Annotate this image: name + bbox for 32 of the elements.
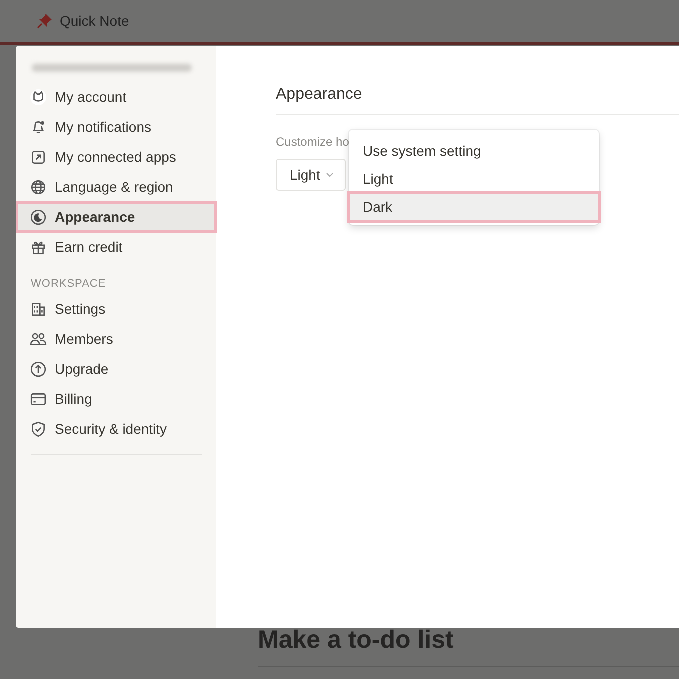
menu-item[interactable]: Dark	[350, 194, 598, 220]
pushpin-icon	[36, 12, 54, 30]
sidebar-item[interactable]: Upgrade	[18, 356, 214, 382]
menu-item[interactable]: Use system setting	[350, 138, 598, 164]
sidebar-item[interactable]: Language & region	[18, 174, 214, 200]
section-title: Appearance	[276, 86, 679, 115]
sidebar-item[interactable]: Appearance	[18, 204, 214, 230]
arrow-up-circle-icon	[30, 360, 47, 378]
arrow-square-icon	[30, 148, 47, 166]
section-heading: WORKSPACE	[31, 278, 108, 290]
page-heading: Make a to-do list	[258, 626, 454, 655]
sidebar-item[interactable]: Settings	[18, 296, 214, 322]
page-title: Quick Note	[60, 13, 130, 29]
menu-item[interactable]: Light	[350, 166, 598, 192]
moon-icon	[30, 208, 47, 226]
people-icon	[30, 330, 47, 348]
sidebar-item[interactable]: My account	[18, 84, 214, 110]
sidebar-item[interactable]: Security & identity	[18, 416, 214, 442]
sidebar-item[interactable]: Billing	[18, 386, 214, 412]
avatar-icon	[30, 88, 47, 106]
sidebar-item[interactable]: Members	[18, 326, 214, 352]
building-icon	[30, 300, 47, 318]
sidebar-item[interactable]: Earn credit	[18, 234, 214, 260]
bell-icon	[30, 118, 47, 136]
credit-card-icon	[30, 390, 47, 408]
chevron-down-icon	[326, 172, 334, 178]
section-description: Customize ho	[276, 135, 350, 149]
globe-icon	[30, 178, 47, 196]
sidebar-item[interactable]: My notifications	[18, 114, 214, 140]
shield-check-icon	[30, 420, 47, 438]
sidebar-item[interactable]: My connected apps	[18, 144, 214, 170]
theme-select[interactable]: Light	[276, 159, 346, 191]
